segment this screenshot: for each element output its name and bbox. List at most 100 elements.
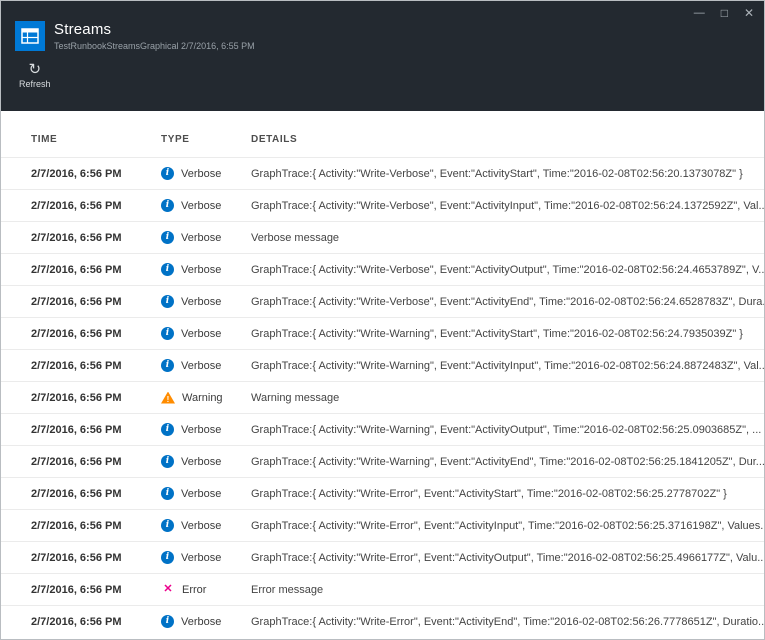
streams-table: TIME TYPE DETAILS 2/7/2016, 6:56 PM i Ve…	[1, 111, 764, 639]
table-row[interactable]: 2/7/2016, 6:56 PM i Verbose Verbose mess…	[1, 221, 764, 253]
row-type: ! Warning	[161, 392, 251, 404]
row-type-label: Verbose	[181, 456, 221, 468]
table-row[interactable]: 2/7/2016, 6:56 PM i Verbose GraphTrace:{…	[1, 349, 764, 381]
row-details: Error message	[251, 584, 764, 596]
row-type-label: Verbose	[181, 296, 221, 308]
row-details: GraphTrace:{ Activity:"Write-Error", Eve…	[251, 552, 764, 564]
verbose-icon: i	[161, 295, 174, 308]
row-details: GraphTrace:{ Activity:"Write-Error", Eve…	[251, 520, 764, 532]
row-type: i Verbose	[161, 519, 251, 532]
row-type: i Verbose	[161, 199, 251, 212]
row-type-label: Warning	[182, 392, 223, 404]
minimize-button[interactable]: —	[694, 8, 705, 19]
row-type-label: Verbose	[181, 424, 221, 436]
row-time: 2/7/2016, 6:56 PM	[31, 520, 161, 532]
row-type: i Verbose	[161, 263, 251, 276]
table-row[interactable]: 2/7/2016, 6:56 PM i Verbose GraphTrace:{…	[1, 413, 764, 445]
row-details: GraphTrace:{ Activity:"Write-Verbose", E…	[251, 264, 764, 276]
toolbar: ↻ Refresh	[1, 51, 764, 89]
maximize-button[interactable]: □	[721, 7, 728, 19]
row-details: GraphTrace:{ Activity:"Write-Error", Eve…	[251, 488, 764, 500]
column-header-details: DETAILS	[251, 134, 764, 145]
row-time: 2/7/2016, 6:56 PM	[31, 392, 161, 404]
row-type-label: Verbose	[181, 616, 221, 628]
row-details: GraphTrace:{ Activity:"Write-Warning", E…	[251, 424, 764, 436]
verbose-icon: i	[161, 199, 174, 212]
row-type: i Verbose	[161, 295, 251, 308]
row-time: 2/7/2016, 6:56 PM	[31, 200, 161, 212]
row-type-label: Verbose	[181, 200, 221, 212]
row-time: 2/7/2016, 6:56 PM	[31, 584, 161, 596]
verbose-icon: i	[161, 551, 174, 564]
column-header-time: TIME	[31, 134, 161, 145]
row-type-label: Verbose	[181, 360, 221, 372]
row-type-label: Verbose	[181, 168, 221, 180]
table-row[interactable]: 2/7/2016, 6:56 PM i Verbose GraphTrace:{…	[1, 317, 764, 349]
table-row[interactable]: 2/7/2016, 6:56 PM i Verbose GraphTrace:{…	[1, 157, 764, 189]
row-time: 2/7/2016, 6:56 PM	[31, 328, 161, 340]
row-type-label: Verbose	[181, 328, 221, 340]
window-controls: — □ ✕	[694, 7, 754, 19]
row-type: i Verbose	[161, 423, 251, 436]
row-type: i Verbose	[161, 487, 251, 500]
row-type: i Verbose	[161, 551, 251, 564]
row-type-label: Verbose	[181, 264, 221, 276]
row-type-label: Verbose	[181, 520, 221, 532]
verbose-icon: i	[161, 519, 174, 532]
table-row[interactable]: 2/7/2016, 6:56 PM ✕ Error Error message	[1, 573, 764, 605]
verbose-icon: i	[161, 487, 174, 500]
verbose-icon: i	[161, 167, 174, 180]
header-title-area: Streams TestRunbookStreamsGraphical 2/7/…	[1, 1, 764, 51]
row-type: i Verbose	[161, 455, 251, 468]
row-details: Warning message	[251, 392, 764, 404]
page-title: Streams	[54, 21, 255, 38]
row-time: 2/7/2016, 6:56 PM	[31, 264, 161, 276]
verbose-icon: i	[161, 231, 174, 244]
refresh-icon: ↻	[28, 62, 41, 77]
row-type-label: Verbose	[181, 232, 221, 244]
table-row[interactable]: 2/7/2016, 6:56 PM ! Warning Warning mess…	[1, 381, 764, 413]
table-row[interactable]: 2/7/2016, 6:56 PM i Verbose GraphTrace:{…	[1, 189, 764, 221]
row-time: 2/7/2016, 6:56 PM	[31, 616, 161, 628]
column-header-type: TYPE	[161, 134, 251, 145]
row-details: GraphTrace:{ Activity:"Write-Verbose", E…	[251, 296, 764, 308]
table-header: TIME TYPE DETAILS	[1, 111, 764, 157]
row-time: 2/7/2016, 6:56 PM	[31, 296, 161, 308]
error-icon: ✕	[161, 583, 175, 596]
refresh-label: Refresh	[19, 79, 51, 89]
streams-window: — □ ✕ Streams TestRunbookStreamsGraphica…	[0, 0, 765, 640]
row-type: ✕ Error	[161, 583, 251, 596]
table-row[interactable]: 2/7/2016, 6:56 PM i Verbose GraphTrace:{…	[1, 605, 764, 637]
verbose-icon: i	[161, 423, 174, 436]
streams-icon	[15, 21, 45, 51]
refresh-button[interactable]: ↻ Refresh	[19, 62, 51, 89]
verbose-icon: i	[161, 455, 174, 468]
table-row[interactable]: 2/7/2016, 6:56 PM i Verbose GraphTrace:{…	[1, 445, 764, 477]
row-type: i Verbose	[161, 167, 251, 180]
row-type-label: Error	[182, 584, 206, 596]
row-time: 2/7/2016, 6:56 PM	[31, 456, 161, 468]
table-row[interactable]: 2/7/2016, 6:56 PM i Verbose GraphTrace:{…	[1, 253, 764, 285]
row-time: 2/7/2016, 6:56 PM	[31, 488, 161, 500]
verbose-icon: i	[161, 327, 174, 340]
verbose-icon: i	[161, 359, 174, 372]
row-time: 2/7/2016, 6:56 PM	[31, 552, 161, 564]
verbose-icon: i	[161, 615, 174, 628]
row-details: GraphTrace:{ Activity:"Write-Verbose", E…	[251, 200, 764, 212]
table-row[interactable]: 2/7/2016, 6:56 PM i Verbose GraphTrace:{…	[1, 541, 764, 573]
close-button[interactable]: ✕	[744, 7, 754, 19]
row-details: GraphTrace:{ Activity:"Write-Error", Eve…	[251, 616, 764, 628]
table-row[interactable]: 2/7/2016, 6:56 PM i Verbose GraphTrace:{…	[1, 285, 764, 317]
header: — □ ✕ Streams TestRunbookStreamsGraphica…	[1, 1, 764, 111]
stream-rows: 2/7/2016, 6:56 PM i Verbose GraphTrace:{…	[1, 157, 764, 637]
verbose-icon: i	[161, 263, 174, 276]
row-type: i Verbose	[161, 359, 251, 372]
row-time: 2/7/2016, 6:56 PM	[31, 424, 161, 436]
table-row[interactable]: 2/7/2016, 6:56 PM i Verbose GraphTrace:{…	[1, 477, 764, 509]
page-subtitle: TestRunbookStreamsGraphical 2/7/2016, 6:…	[54, 41, 255, 51]
table-row[interactable]: 2/7/2016, 6:56 PM i Verbose GraphTrace:{…	[1, 509, 764, 541]
row-time: 2/7/2016, 6:56 PM	[31, 168, 161, 180]
row-type: i Verbose	[161, 231, 251, 244]
row-details: Verbose message	[251, 232, 764, 244]
row-time: 2/7/2016, 6:56 PM	[31, 232, 161, 244]
